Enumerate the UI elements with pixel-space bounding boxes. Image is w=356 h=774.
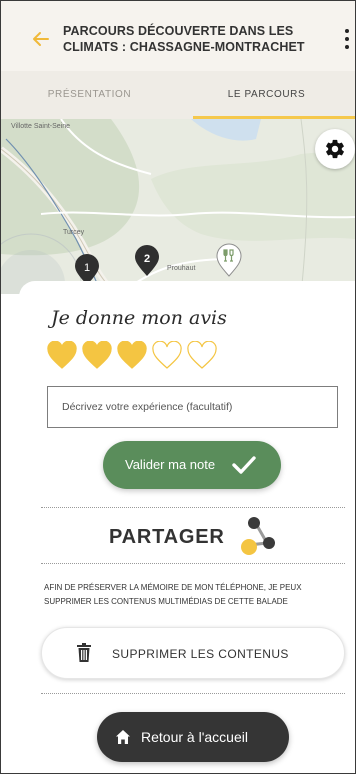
map-view[interactable]: Villotte Saint-Seine Turcey Prouhaut bbox=[1, 119, 355, 294]
heart-icon[interactable] bbox=[117, 341, 147, 369]
map-place-label: Turcey bbox=[63, 229, 85, 236]
delete-contents-label: SUPPRIMER LES CONTENUS bbox=[112, 647, 289, 661]
check-icon bbox=[232, 456, 256, 474]
share-title[interactable]: PARTAGER bbox=[109, 526, 225, 549]
delete-contents-button[interactable]: SUPPRIMER LES CONTENUS bbox=[41, 627, 345, 679]
rating-title: Je donne mon avis bbox=[51, 307, 227, 329]
heart-icon[interactable] bbox=[187, 341, 217, 369]
validate-rating-label: Valider ma note bbox=[125, 457, 216, 472]
trash-icon bbox=[77, 643, 91, 662]
more-vertical-icon[interactable] bbox=[343, 29, 351, 57]
divider bbox=[41, 507, 345, 508]
arrow-left-icon[interactable] bbox=[31, 29, 51, 49]
wine-glasses-icon[interactable] bbox=[215, 243, 243, 277]
tab-bar: PRÉSENTATION LE PARCOURS bbox=[1, 71, 355, 119]
home-label: Retour à l'accueil bbox=[141, 729, 248, 745]
heart-icon[interactable] bbox=[82, 341, 112, 369]
map-settings-button[interactable] bbox=[315, 129, 355, 169]
app-screen: PARCOURS DÉCOUVERTE DANS LES CLIMATS : C… bbox=[0, 0, 356, 774]
home-button[interactable]: Retour à l'accueil bbox=[97, 712, 289, 762]
marker-number: 1 bbox=[84, 262, 90, 274]
app-header: PARCOURS DÉCOUVERTE DANS LES CLIMATS : C… bbox=[1, 1, 355, 71]
divider bbox=[41, 563, 345, 564]
validate-rating-button[interactable]: Valider ma note bbox=[103, 441, 281, 489]
home-icon bbox=[116, 730, 130, 744]
experience-field[interactable] bbox=[47, 386, 338, 428]
tab-presentation[interactable]: PRÉSENTATION bbox=[1, 71, 178, 119]
divider bbox=[41, 693, 345, 694]
map-place-label: Villotte Saint-Seine bbox=[11, 123, 71, 130]
storage-notice: AFIN DE PRÉSERVER LA MÉMOIRE DE MON TÉLÉ… bbox=[44, 583, 302, 606]
share-icon[interactable] bbox=[237, 515, 279, 557]
marker-number: 2 bbox=[144, 253, 150, 265]
map-marker-2[interactable]: 2 bbox=[133, 245, 161, 277]
gear-icon bbox=[326, 139, 344, 159]
tab-le-parcours[interactable]: LE PARCOURS bbox=[178, 71, 355, 119]
heart-icon[interactable] bbox=[152, 341, 182, 369]
map-place-label: Prouhaut bbox=[167, 265, 196, 272]
heart-icon[interactable] bbox=[47, 341, 77, 369]
page-title: PARCOURS DÉCOUVERTE DANS LES CLIMATS : C… bbox=[63, 24, 305, 54]
